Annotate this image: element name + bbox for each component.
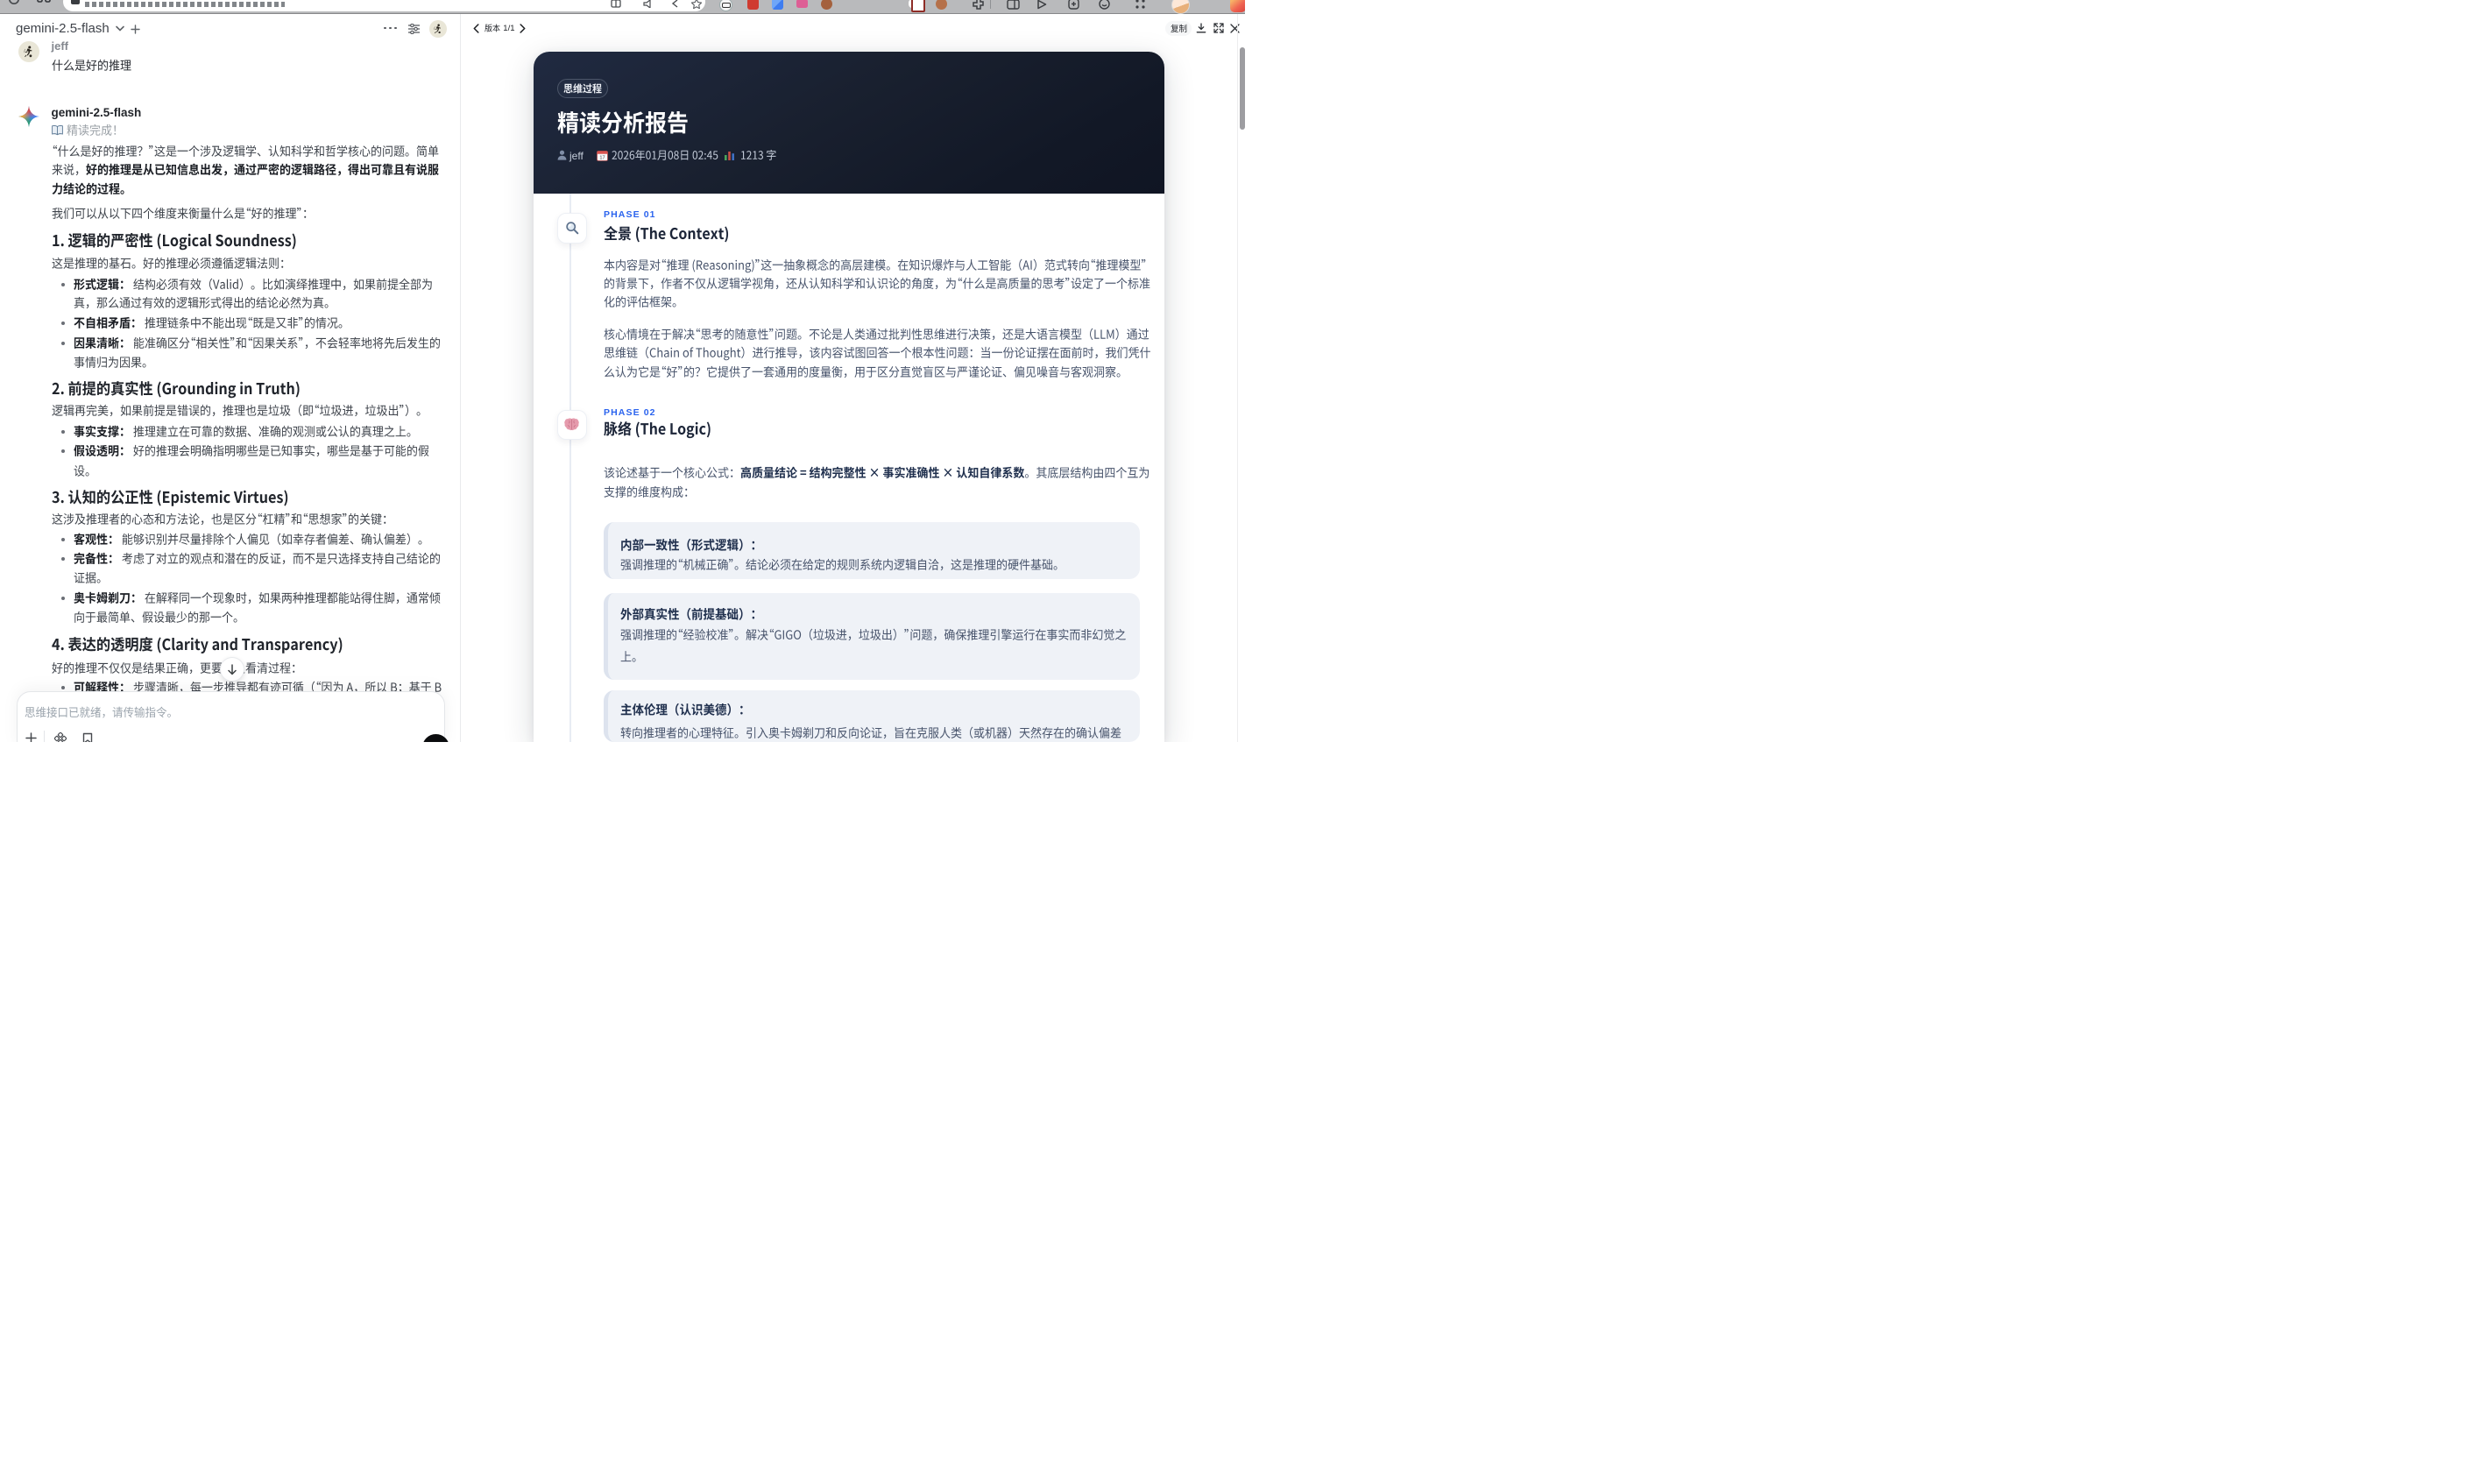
svg-text:17: 17 xyxy=(599,155,605,160)
